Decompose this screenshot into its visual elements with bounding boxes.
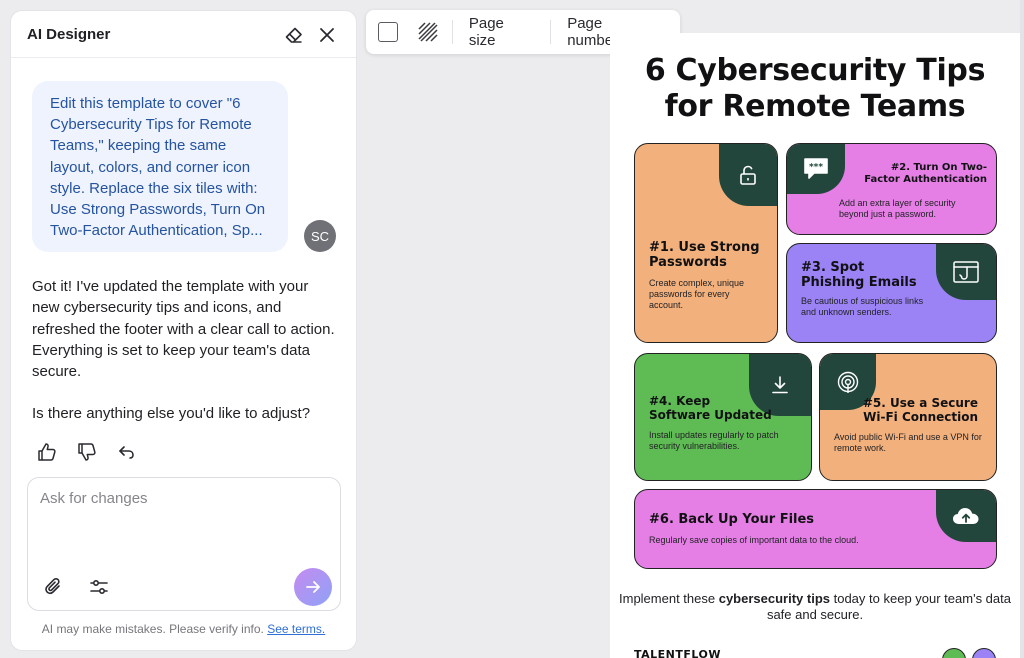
poster-title-line1: 6 Cybersecurity Tips: [644, 53, 986, 88]
poster-title[interactable]: 6 Cybersecurity Tips for Remote Teams: [610, 53, 1020, 125]
poster-footer[interactable]: Implement these cybersecurity tips today…: [610, 591, 1020, 623]
tile-title: #5. Use a Secure Wi-Fi Connection: [862, 396, 978, 424]
thumbs-up-icon: [38, 443, 56, 461]
assistant-message-text: Got it! I've updated the template with y…: [32, 278, 335, 381]
sliders-icon: [90, 580, 108, 595]
send-button[interactable]: [294, 568, 332, 606]
attach-button[interactable]: [42, 575, 66, 599]
panel-title: AI Designer: [27, 26, 111, 43]
close-icon: [320, 28, 334, 42]
see-terms-link[interactable]: See terms.: [267, 622, 325, 636]
tile-title: #4. Keep Software Updated: [649, 394, 772, 422]
decorative-dot: [972, 648, 996, 658]
tile-corner: [936, 244, 996, 300]
tile-3-phishing[interactable]: #3. Spot Phishing Emails Be cautious of …: [786, 243, 997, 343]
assistant-message: Got it! I've updated the template with y…: [32, 276, 337, 425]
tile-description: Add an extra layer of security beyond ju…: [839, 198, 956, 219]
background-color-swatch[interactable]: [378, 22, 398, 42]
thumbs-down-button[interactable]: [76, 441, 98, 463]
tile-title: #3. Spot Phishing Emails: [801, 260, 917, 290]
chat-password-icon: ***: [804, 158, 828, 179]
ai-disclaimer: AI may make mistakes. Please verify info…: [11, 622, 356, 636]
tile-title: #1. Use Strong Passwords: [649, 240, 760, 270]
ai-designer-panel: AI Designer Edit this template to cover …: [10, 10, 357, 651]
undo-icon: [119, 446, 134, 459]
tile-2-two-factor[interactable]: *** #2. Turn On Two-Factor Authenticatio…: [786, 143, 997, 235]
tile-description: Avoid public Wi-Fi and use a VPN for rem…: [834, 432, 982, 453]
thumbs-up-button[interactable]: [36, 441, 58, 463]
feedback-actions: [36, 441, 138, 465]
tile-title: #6. Back Up Your Files: [649, 512, 815, 527]
tile-title: #2. Turn On Two-Factor Authentication: [864, 162, 987, 185]
arrow-right-icon: [306, 581, 320, 593]
close-panel-button[interactable]: [316, 24, 338, 46]
composer: [27, 477, 341, 611]
tile-description: Be cautious of suspicious links and unkn…: [801, 296, 924, 317]
adjustments-button[interactable]: [87, 575, 111, 599]
footer-text: Implement these: [619, 591, 719, 606]
tile-corner: [936, 490, 996, 542]
tile-5-secure-wifi[interactable]: #5. Use a Secure Wi-Fi Connection Avoid …: [819, 353, 997, 481]
tile-6-backup-files[interactable]: #6. Back Up Your Files Regularly save co…: [634, 489, 997, 569]
disclaimer-text: AI may make mistakes. Please verify info…: [41, 622, 264, 636]
clear-chat-button[interactable]: [283, 24, 305, 46]
tile-description: Install updates regularly to patch secur…: [649, 430, 779, 451]
user-avatar: SC: [304, 220, 336, 252]
tile-description: Create complex, unique passwords for eve…: [649, 278, 745, 310]
paperclip-icon: [45, 577, 60, 595]
tile-corner: ***: [787, 144, 845, 194]
tile-4-software-updates[interactable]: #4. Keep Software Updated Install update…: [634, 353, 812, 481]
page-size-button[interactable]: Page size: [453, 15, 550, 49]
pattern-icon: [418, 22, 438, 42]
design-canvas[interactable]: 6 Cybersecurity Tips for Remote Teams #1…: [610, 33, 1020, 658]
undo-button[interactable]: [116, 441, 138, 463]
wifi-signal-icon: [837, 371, 859, 393]
decorative-dot: [942, 648, 966, 658]
lock-icon: [740, 165, 756, 185]
cloud-upload-icon: [953, 508, 979, 524]
canvas-scrollbar[interactable]: [1020, 0, 1024, 658]
assistant-followup-text: Is there anything else you'd like to adj…: [32, 405, 311, 423]
poster-title-line2: for Remote Teams: [664, 89, 966, 124]
ask-for-changes-input[interactable]: [40, 490, 328, 560]
eraser-icon: [285, 27, 302, 43]
footer-highlight: cybersecurity tips: [718, 591, 830, 606]
tile-corner: [719, 144, 777, 206]
thumbs-down-icon: [78, 443, 96, 461]
tile-description: Regularly save copies of important data …: [649, 535, 859, 545]
phishing-hook-icon: [953, 261, 979, 283]
tile-1-strong-passwords[interactable]: #1. Use Strong Passwords Create complex,…: [634, 143, 778, 343]
brand-logo[interactable]: TALENTFLOW: [634, 648, 721, 658]
pattern-button[interactable]: [418, 22, 438, 42]
panel-header: AI Designer: [11, 11, 356, 58]
svg-text:***: ***: [809, 163, 823, 173]
download-icon: [772, 376, 788, 394]
user-message-bubble: Edit this template to cover "6 Cybersecu…: [32, 81, 288, 252]
